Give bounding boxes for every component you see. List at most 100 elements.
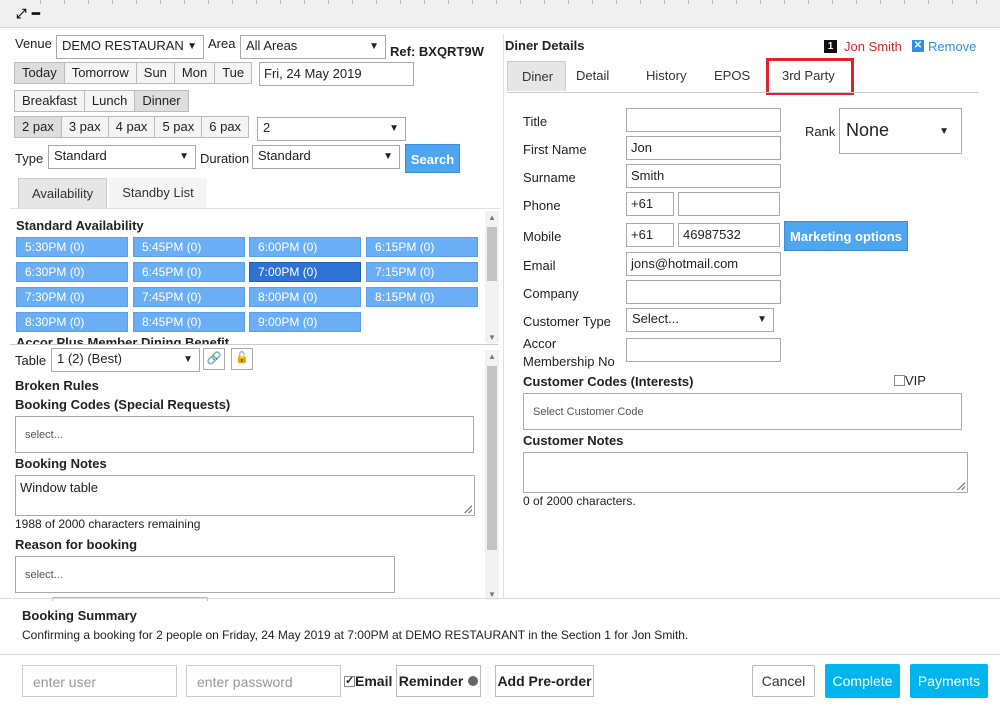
chevron-down-icon: ▼	[389, 123, 399, 134]
pax-button-2[interactable]: 2 pax	[14, 116, 62, 138]
mobile-input[interactable]: 46987532	[678, 223, 780, 247]
timeslot-button[interactable]: 8:15PM (0)	[366, 287, 478, 307]
timeslot-button[interactable]: 7:15PM (0)	[366, 262, 478, 282]
pax-button-3[interactable]: 3 pax	[60, 116, 109, 138]
availability-scrollbar[interactable]: ▲ ▼	[485, 211, 499, 343]
tab-diner[interactable]: Diner	[507, 61, 566, 91]
day-button-sun[interactable]: Sun	[135, 62, 175, 84]
rank-select[interactable]: None ▼	[839, 108, 962, 154]
mobile-country-code[interactable]: +61	[626, 223, 674, 247]
scroll-down-icon[interactable]: ▼	[488, 333, 496, 342]
timeslot-button[interactable]: 6:15PM (0)	[366, 237, 478, 257]
first-name-input[interactable]: Jon	[626, 136, 781, 160]
day-button-today[interactable]: Today	[14, 62, 65, 84]
phone-country-code[interactable]: +61	[626, 192, 674, 216]
duration-select-value: Standard	[258, 148, 311, 163]
booking-notes-textarea[interactable]: Window table	[15, 475, 475, 516]
add-preorder-button[interactable]: Add Pre-order	[495, 665, 594, 697]
tab-history[interactable]: History	[634, 61, 702, 91]
diner-name[interactable]: Jon Smith	[844, 39, 902, 54]
meal-button-lunch[interactable]: Lunch	[83, 90, 136, 112]
day-button-mon[interactable]: Mon	[173, 62, 216, 84]
unlock-table-button[interactable]: 🔓	[231, 348, 253, 370]
scroll-up-icon[interactable]: ▲	[488, 352, 496, 361]
timeslot-button[interactable]: 7:00PM (0)	[249, 262, 361, 282]
tab-epos[interactable]: EPOS	[702, 61, 768, 91]
booking-notes-label: Booking Notes	[15, 456, 107, 471]
tab-standby-list[interactable]: Standby List	[109, 178, 207, 208]
title-input[interactable]	[626, 108, 781, 132]
phone-input[interactable]	[678, 192, 780, 216]
timeslot-button[interactable]: 7:45PM (0)	[133, 287, 245, 307]
user-input[interactable]: enter user	[22, 665, 177, 697]
pax-button-4[interactable]: 4 pax	[107, 116, 156, 138]
meal-button-breakfast[interactable]: Breakfast	[14, 90, 85, 112]
timeslot-button[interactable]: 6:45PM (0)	[133, 262, 245, 282]
search-button[interactable]: Search	[405, 144, 460, 173]
email-checkbox-box[interactable]	[344, 674, 355, 687]
venue-select-value: DEMO RESTAURAN	[62, 38, 184, 53]
pax-select[interactable]: 2 ▼	[257, 117, 406, 141]
cancel-button[interactable]: Cancel	[752, 665, 815, 697]
timeslot-button[interactable]: 5:30PM (0)	[16, 237, 128, 257]
area-select-value: All Areas	[246, 38, 298, 53]
complete-button[interactable]: Complete	[825, 664, 900, 698]
first-name-label: First Name	[523, 142, 587, 157]
date-input[interactable]: Fri, 24 May 2019	[259, 62, 414, 86]
scroll-up-icon[interactable]: ▲	[488, 213, 496, 222]
pax-button-6[interactable]: 6 pax	[201, 116, 250, 138]
customer-code-select[interactable]: Select Customer Code	[523, 393, 962, 430]
day-button-tomorrow[interactable]: Tomorrow	[63, 62, 137, 84]
phone-label: Phone	[523, 198, 561, 213]
email-checkbox[interactable]: Email	[344, 673, 392, 689]
resize-handle-icon[interactable]	[464, 505, 472, 513]
meal-button-dinner[interactable]: Dinner	[134, 90, 189, 112]
vip-checkbox-box[interactable]	[894, 375, 905, 386]
customer-notes-textarea[interactable]	[523, 452, 968, 493]
tab-availability[interactable]: Availability	[18, 178, 108, 208]
table-select[interactable]: 1 (2) (Best) ▼	[51, 348, 200, 372]
email-input[interactable]: jons@hotmail.com	[626, 252, 781, 276]
reason-select[interactable]: select...	[15, 556, 395, 593]
reminder-button[interactable]: Reminder	[396, 665, 481, 697]
timeslot-button[interactable]: 9:00PM (0)	[249, 312, 361, 332]
timeslot-button[interactable]: 6:00PM (0)	[249, 237, 361, 257]
surname-input[interactable]: Smith	[626, 164, 781, 188]
area-select[interactable]: All Areas ▼	[240, 35, 386, 59]
company-input[interactable]	[626, 280, 781, 304]
timeslot-button[interactable]: 5:45PM (0)	[133, 237, 245, 257]
timeslot-button[interactable]: 7:30PM (0)	[16, 287, 128, 307]
minimize-icon[interactable]: ━	[32, 6, 40, 22]
booking-codes-select[interactable]: select...	[15, 416, 474, 453]
timeslot-button[interactable]: 8:30PM (0)	[16, 312, 128, 332]
booking-summary-text: Confirming a booking for 2 people on Fri…	[22, 628, 689, 642]
accor-membership-input[interactable]	[626, 338, 781, 362]
venue-select[interactable]: DEMO RESTAURAN ▼	[56, 35, 204, 59]
tab-detail[interactable]: Detail	[566, 61, 634, 91]
day-button-tue[interactable]: Tue	[214, 62, 253, 84]
timeslot-button[interactable]: 8:00PM (0)	[249, 287, 361, 307]
customer-type-select[interactable]: Select... ▼	[626, 308, 774, 332]
timeslot-button[interactable]: 6:30PM (0)	[16, 262, 128, 282]
duration-label: Duration	[200, 151, 250, 166]
reason-label: Reason for booking	[15, 537, 138, 552]
form-scroll-thumb[interactable]	[487, 366, 497, 550]
type-select[interactable]: Standard ▼	[48, 145, 196, 169]
payments-button[interactable]: Payments	[910, 664, 988, 698]
vip-checkbox[interactable]: VIP	[894, 373, 926, 388]
timeslot-button[interactable]: 8:45PM (0)	[133, 312, 245, 332]
availability-tabs: Availability Standby List	[18, 178, 207, 208]
window-titlebar: ⤢ ━	[0, 0, 1000, 28]
remove-icon[interactable]: ✕	[912, 40, 924, 52]
availability-scroll-thumb[interactable]	[487, 227, 497, 281]
pax-button-5[interactable]: 5 pax	[154, 116, 203, 138]
resize-handle-icon[interactable]	[957, 482, 965, 490]
summary-top-border	[0, 598, 1000, 599]
form-scrollbar[interactable]: ▲ ▼	[485, 350, 499, 600]
remove-diner-link[interactable]: Remove	[928, 39, 976, 54]
link-table-button[interactable]: 🔗	[203, 348, 225, 370]
duration-select[interactable]: Standard ▼	[252, 145, 400, 169]
password-input[interactable]: enter password	[186, 665, 341, 697]
expand-icon[interactable]: ⤢	[16, 6, 26, 22]
marketing-options-button[interactable]: Marketing options	[784, 221, 908, 251]
